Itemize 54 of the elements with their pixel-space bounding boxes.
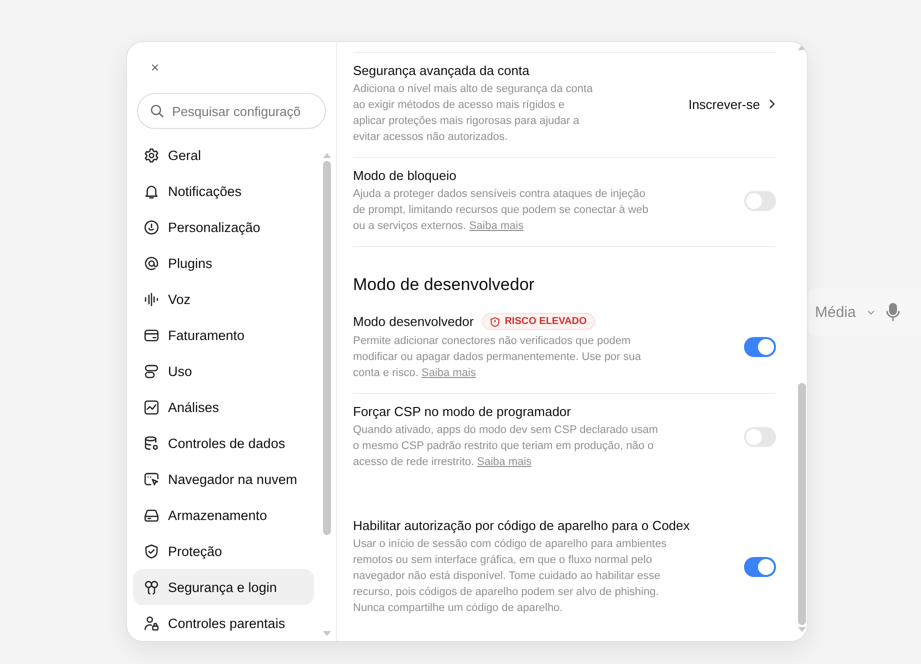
scrollbar-thumb[interactable] xyxy=(798,383,806,625)
sidebar-item[interactable]: Controles de dados xyxy=(133,425,314,461)
setting-title: Habilitar autorização por código de aparelho para o Codex xyxy=(353,518,690,533)
browser-cursor-icon xyxy=(143,470,160,488)
sidebar-item[interactable]: Segurança e login xyxy=(133,569,314,605)
sidebar-item[interactable]: Armazenamento xyxy=(133,497,314,533)
setting-description: Adiciona o nível mais alto de segurança da conta ao exigir métodos de acesso mais rígidos e aplicar proteções mais rigorosas para ajudar a evitar acessos não autorizados. xyxy=(353,82,594,145)
chevron-right-icon xyxy=(768,98,776,110)
sidebar-item[interactable]: Plugins xyxy=(133,245,314,281)
sidebar-item[interactable]: Análises xyxy=(133,389,314,425)
gear-icon xyxy=(143,146,160,164)
shield-alert-icon xyxy=(490,316,500,326)
toggle-switch[interactable] xyxy=(744,337,776,357)
sidebar-item[interactable]: Proteção xyxy=(133,533,314,569)
sidebar-item[interactable]: Controles parentais xyxy=(133,605,314,641)
person-lock-icon xyxy=(143,614,160,632)
shield-check-icon xyxy=(143,542,160,560)
key-icon xyxy=(143,578,160,596)
clock-icon xyxy=(143,218,160,236)
search-icon xyxy=(150,104,164,118)
sidebar-item[interactable]: Uso xyxy=(133,353,314,389)
setting-description: Permite adicionar conectores não verificados que podem modificar ou apagar dados permanentemente. Use por sua conta e risco. Saiba mais xyxy=(353,334,642,381)
scrollbar-thumb[interactable] xyxy=(323,161,331,535)
sidebar-item[interactable]: Personalização xyxy=(133,209,314,245)
scroll-up-arrow-icon[interactable] xyxy=(323,152,331,158)
section-heading: Modo de desenvolvedor xyxy=(353,246,776,303)
model-menu-label: Média xyxy=(815,304,856,320)
setting-description: Quando ativado, apps do modo dev sem CSP declarado usam o mesmo CSP padrão restrito que teriam em produção, não o acesso de rede irrestrito. Saiba mais xyxy=(353,423,658,470)
setting-description: Ajuda a proteger dados sensíveis contra ataques de injeção de prompt, limitando recursos que podem se conectar à web ou a serviços externos. Saiba mais xyxy=(353,187,650,234)
setting-title: Forçar CSP no modo de programador xyxy=(353,404,571,419)
search-field[interactable]: Pesquisar configuraçõ xyxy=(137,93,326,129)
toggle-switch[interactable] xyxy=(744,557,776,577)
scroll-down-arrow-icon[interactable] xyxy=(798,627,806,633)
risk-badge: RISCO ELEVADO xyxy=(482,313,595,330)
setting-description: Usar o início de sessão com código de aparelho para ambientes remotos ou sem interface gráfica, em que o fluxo normal pelo navegador não está disponível. Tome cuidado ao habilitar esse recurso, pois códigos de aparelho podem ser alvo de phishing. Nunca compartilhe um código de aparelho. xyxy=(353,537,668,616)
sidebar-item[interactable]: Notificações xyxy=(133,173,314,209)
setting-title: Modo desenvolvedor xyxy=(353,314,474,329)
sidebar-item[interactable]: Faturamento xyxy=(133,317,314,353)
at-sign-icon xyxy=(143,254,160,272)
toggle-switch[interactable] xyxy=(744,191,776,211)
scroll-down-arrow-icon[interactable] xyxy=(323,631,331,637)
setting-title: Segurança avançada da conta xyxy=(353,63,530,78)
microphone-icon xyxy=(886,302,900,322)
sidebar-item[interactable]: Geral xyxy=(133,137,314,173)
usage-icon xyxy=(143,362,160,380)
voice-wave-icon xyxy=(143,290,160,308)
sidebar-item[interactable]: Voz xyxy=(133,281,314,317)
chart-icon xyxy=(143,398,160,416)
subscribe-button[interactable]: Inscrever-se xyxy=(688,96,776,112)
database-icon xyxy=(143,434,160,452)
toggle-switch[interactable] xyxy=(744,427,776,447)
scroll-up-arrow-icon[interactable] xyxy=(798,44,806,50)
sidebar-item[interactable]: Navegador na nuvem xyxy=(133,461,314,497)
setting-title: Modo de bloqueio xyxy=(353,168,456,183)
